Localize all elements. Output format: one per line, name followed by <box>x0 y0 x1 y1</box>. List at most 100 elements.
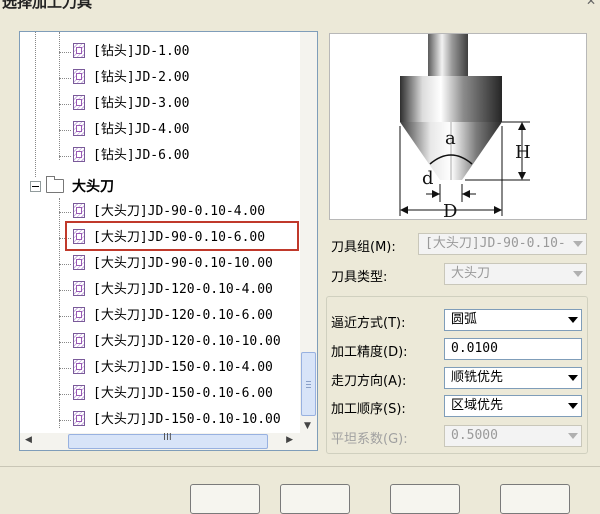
tool-icon <box>73 307 85 322</box>
separator <box>0 466 600 467</box>
tree-item-bighead-5[interactable]: [大头刀]JD-120-0.10-6.00 <box>73 305 273 327</box>
flatness-value: 0.5000 <box>451 428 498 443</box>
dialog-button-3[interactable] <box>390 484 460 514</box>
dialog-button-4[interactable] <box>500 484 570 514</box>
tree-item-bighead-9[interactable]: [大头刀]JD-150-0.10-10.00 <box>73 409 281 431</box>
tree-item-label: [大头刀]JD-150-0.10-4.00 <box>93 360 273 375</box>
tree-item-drill-4[interactable]: [钻头]JD-4.00 <box>73 119 189 141</box>
collapse-toggle-icon[interactable] <box>30 180 41 192</box>
tree-item-label: [大头刀]JD-120-0.10-4.00 <box>93 282 273 297</box>
tree-item-label: [钻头]JD-4.00 <box>93 122 190 137</box>
tool-icon <box>73 255 85 270</box>
tree-item-drill-3[interactable]: [钻头]JD-3.00 <box>73 93 189 115</box>
flatness-label: 平坦系数(G): <box>331 432 408 447</box>
grip-line <box>306 387 311 388</box>
chevron-down-icon <box>573 271 583 277</box>
tool-type-label: 刀具类型: <box>331 270 388 285</box>
tool-icon <box>73 333 85 348</box>
approach-value: 圆弧 <box>451 312 478 327</box>
tool-icon <box>73 385 85 400</box>
tool-icon <box>73 121 85 136</box>
tree-item-bighead-3[interactable]: [大头刀]JD-90-0.10-10.00 <box>73 253 273 275</box>
close-icon[interactable]: ✕ <box>586 0 596 8</box>
tree-connector <box>59 156 71 157</box>
tree-item-bighead-1[interactable]: [大头刀]JD-90-0.10-4.00 <box>73 201 265 223</box>
tree-item-label: [钻头]JD-2.00 <box>93 70 190 85</box>
label-d-big: D <box>443 201 457 219</box>
chevron-down-icon[interactable] <box>568 403 578 409</box>
tree-folder-big-head[interactable]: 大头刀 <box>30 176 114 198</box>
grip-line <box>306 384 311 385</box>
tree-connector <box>59 212 71 213</box>
direction-select[interactable]: 顺铣优先 <box>444 367 582 389</box>
approach-label: 逼近方式(T): <box>331 316 406 331</box>
tree-item-drill-6[interactable]: [钻头]JD-6.00 <box>73 145 189 167</box>
order-value: 区域优先 <box>451 398 504 413</box>
tree-item-label: [大头刀]JD-120-0.10-6.00 <box>93 308 273 323</box>
tree-item-label: [大头刀]JD-90-0.10-10.00 <box>93 256 273 271</box>
flatness-select: 0.5000 <box>444 425 582 447</box>
approach-select[interactable]: 圆弧 <box>444 309 582 331</box>
tree-item-label: [大头刀]JD-150-0.10-10.00 <box>93 412 281 427</box>
precision-label: 加工精度(D): <box>331 345 408 360</box>
tool-icon <box>73 69 85 84</box>
dialog-button-1[interactable] <box>190 484 260 514</box>
tree-vertical-scrollbar[interactable]: ▼ <box>300 32 317 433</box>
chevron-down-icon <box>573 241 583 247</box>
order-label: 加工顺序(S): <box>331 402 406 417</box>
tool-icon <box>73 147 85 162</box>
scroll-down-icon[interactable]: ▼ <box>304 421 311 431</box>
tree-item-bighead-6[interactable]: [大头刀]JD-120-0.10-10.00 <box>73 331 281 353</box>
tree-item-drill-1[interactable]: [钻头]JD-1.00 <box>73 41 189 63</box>
tool-icon <box>73 203 85 218</box>
direction-label: 走刀方向(A): <box>331 374 407 389</box>
tree-item-label: [大头刀]JD-120-0.10-10.00 <box>93 334 281 349</box>
tree-item-label: [钻头]JD-6.00 <box>93 148 190 163</box>
tree-connector <box>59 78 71 79</box>
order-select[interactable]: 区域优先 <box>444 395 582 417</box>
tool-diagram: a H d D <box>399 34 531 222</box>
scroll-right-icon[interactable]: ▶ <box>286 435 293 445</box>
chevron-down-icon <box>568 433 578 439</box>
tree-connector <box>59 368 71 369</box>
scroll-thumb[interactable] <box>301 352 316 416</box>
selection-highlight <box>65 221 299 251</box>
tree-connector <box>59 290 71 291</box>
label-h: H <box>515 142 531 163</box>
tool-icon <box>73 411 85 426</box>
chevron-down-icon[interactable] <box>568 317 578 323</box>
tree-connector <box>35 32 36 177</box>
tree-item-bighead-7[interactable]: [大头刀]JD-150-0.10-4.00 <box>73 357 273 379</box>
tree-item-bighead-8[interactable]: [大头刀]JD-150-0.10-6.00 <box>73 383 273 405</box>
tree-connector <box>59 52 71 53</box>
grip-line <box>306 381 311 382</box>
tree-item-drill-2[interactable]: [钻头]JD-2.00 <box>73 67 189 89</box>
tool-icon <box>73 95 85 110</box>
scroll-left-icon[interactable]: ◀ <box>25 435 32 445</box>
tool-group-label: 刀具组(M): <box>331 240 396 255</box>
label-a: a <box>445 128 456 149</box>
tool-group-value: [大头刀]JD-90-0.10- <box>425 236 566 251</box>
direction-value: 顺铣优先 <box>451 370 504 385</box>
tool-tree[interactable]: [钻头]JD-1.00 [钻头]JD-2.00 [钻头]JD-3.00 [钻头]… <box>19 31 318 451</box>
chevron-down-icon[interactable] <box>568 375 578 381</box>
tree-item-label: [大头刀]JD-90-0.10-4.00 <box>93 204 266 219</box>
tree-connector <box>59 394 71 395</box>
dialog-button-2[interactable] <box>280 484 350 514</box>
tool-icon <box>73 359 85 374</box>
scroll-thumb[interactable]: III <box>68 432 268 449</box>
tree-connector <box>59 104 71 105</box>
precision-input[interactable]: 0.0100 <box>444 338 582 360</box>
tree-horizontal-scrollbar[interactable]: ◀ III ▶ <box>20 432 317 450</box>
tree-item-label: [钻头]JD-1.00 <box>93 44 190 59</box>
tool-diagram-panel: a H d D <box>329 33 587 222</box>
tree-connector <box>59 316 71 317</box>
body-shape <box>400 76 502 122</box>
tool-group-select: [大头刀]JD-90-0.10- <box>418 233 587 255</box>
tree-connector <box>59 420 71 421</box>
tree-item-bighead-4[interactable]: [大头刀]JD-120-0.10-4.00 <box>73 279 273 301</box>
window-title: 选择加工刀具 <box>2 0 93 11</box>
title-bar: 选择加工刀具 ✕ <box>0 0 600 14</box>
tree-item-label: [钻头]JD-3.00 <box>93 96 190 111</box>
tree-connector <box>59 130 71 131</box>
